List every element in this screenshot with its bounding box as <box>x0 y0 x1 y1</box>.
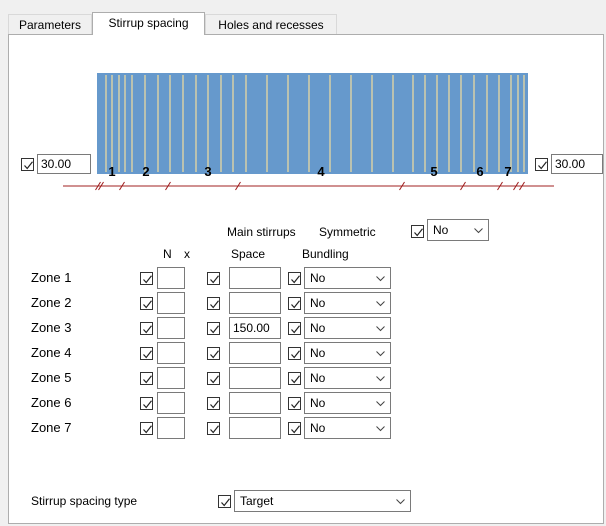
zone-number-5: 5 <box>430 164 437 179</box>
zone-6-space-input[interactable] <box>229 392 281 414</box>
zone-3-bundling-value: No <box>310 321 326 335</box>
left-cover-input[interactable] <box>37 154 91 174</box>
zone-2-n-input[interactable] <box>157 292 185 314</box>
stirrup-spacing-type-checkbox[interactable] <box>218 495 231 508</box>
zone-6-bundling-checkbox[interactable] <box>288 397 301 410</box>
zone-6-n-checkbox[interactable] <box>140 397 153 410</box>
zone-label: Zone 6 <box>31 395 72 410</box>
zone-4-space-input[interactable] <box>229 342 281 364</box>
tab-parameters[interactable]: Parameters <box>8 14 92 34</box>
zone-number-7: 7 <box>504 164 511 179</box>
zone-number-1: 1 <box>108 164 115 179</box>
right-cover-input[interactable] <box>551 154 603 174</box>
zone-3-n-input[interactable] <box>157 317 185 339</box>
zone-4-space-checkbox[interactable] <box>207 347 220 360</box>
chevron-down-icon <box>376 376 385 382</box>
zone-7-bundling-checkbox[interactable] <box>288 422 301 435</box>
stirrup-spacing-panel: 1 2 3 4 5 6 7 Main stirrups Symmetric No… <box>8 34 604 524</box>
zone-4-bundling-checkbox[interactable] <box>288 347 301 360</box>
zone-number-6: 6 <box>476 164 483 179</box>
zone-7-space-checkbox[interactable] <box>207 422 220 435</box>
zone-3-space-input[interactable] <box>229 317 281 339</box>
symmetric-select[interactable]: No <box>427 219 489 241</box>
zone-label: Zone 1 <box>31 270 72 285</box>
zone-5-bundling-checkbox[interactable] <box>288 372 301 385</box>
zone-1-bundling-value: No <box>310 271 326 285</box>
zone-7-space-input[interactable] <box>229 417 281 439</box>
zone-4-bundling-select[interactable]: No <box>304 342 391 364</box>
zone-number-4: 4 <box>317 164 325 179</box>
zone-4-bundling-value: No <box>310 346 326 360</box>
beam-body <box>97 73 528 174</box>
symmetric-checkbox[interactable] <box>411 225 424 238</box>
zone-4-n-checkbox[interactable] <box>140 347 153 360</box>
zone-1-n-checkbox[interactable] <box>140 272 153 285</box>
chevron-down-icon <box>376 301 385 307</box>
zone-7-n-checkbox[interactable] <box>140 422 153 435</box>
zone-number-2: 2 <box>142 164 149 179</box>
chevron-down-icon <box>396 499 405 505</box>
zone-7-bundling-value: No <box>310 421 326 435</box>
zone-label: Zone 2 <box>31 295 72 310</box>
tab-holes-and-recesses[interactable]: Holes and recesses <box>205 14 337 34</box>
symmetric-select-value: No <box>433 223 449 237</box>
stirrup-spacing-type-label: Stirrup spacing type <box>31 494 138 508</box>
zone-6-bundling-select[interactable]: No <box>304 392 391 414</box>
x-header: x <box>184 247 190 261</box>
chevron-down-icon <box>376 426 385 432</box>
zone-2-space-input[interactable] <box>229 292 281 314</box>
zone-5-bundling-select[interactable]: No <box>304 367 391 389</box>
zone-4-n-input[interactable] <box>157 342 185 364</box>
zone-number-3: 3 <box>204 164 211 179</box>
zone-2-space-checkbox[interactable] <box>207 297 220 310</box>
zone-6-n-input[interactable] <box>157 392 185 414</box>
zone-5-n-input[interactable] <box>157 367 185 389</box>
zone-label: Zone 5 <box>31 370 72 385</box>
symmetric-label: Symmetric <box>319 225 376 239</box>
zone-2-bundling-value: No <box>310 296 326 310</box>
stirrup-spacing-type-select[interactable]: Target <box>234 490 411 512</box>
zone-2-bundling-select[interactable]: No <box>304 292 391 314</box>
zone-1-space-input[interactable] <box>229 267 281 289</box>
chevron-down-icon <box>474 228 483 234</box>
beam-diagram: 1 2 3 4 5 6 7 <box>63 73 554 191</box>
bundling-header: Bundling <box>302 247 349 261</box>
chevron-down-icon <box>376 326 385 332</box>
zone-7-n-input[interactable] <box>157 417 185 439</box>
zone-1-bundling-checkbox[interactable] <box>288 272 301 285</box>
zone-7-bundling-select[interactable]: No <box>304 417 391 439</box>
zone-1-n-input[interactable] <box>157 267 185 289</box>
zone-5-n-checkbox[interactable] <box>140 372 153 385</box>
n-header: N <box>163 247 172 261</box>
zone-label: Zone 3 <box>31 320 72 335</box>
zone-1-bundling-select[interactable]: No <box>304 267 391 289</box>
zone-3-bundling-select[interactable]: No <box>304 317 391 339</box>
tab-stirrup-spacing[interactable]: Stirrup spacing <box>92 12 205 35</box>
zone-3-bundling-checkbox[interactable] <box>288 322 301 335</box>
right-cover-checkbox[interactable] <box>535 158 548 171</box>
zone-6-space-checkbox[interactable] <box>207 397 220 410</box>
stirrup-spacing-type-value: Target <box>240 494 274 508</box>
space-header: Space <box>231 247 266 261</box>
zone-5-space-input[interactable] <box>229 367 281 389</box>
chevron-down-icon <box>376 401 385 407</box>
zone-2-n-checkbox[interactable] <box>140 297 153 310</box>
left-cover-checkbox[interactable] <box>21 158 34 171</box>
zone-label: Zone 7 <box>31 420 72 435</box>
zone-6-bundling-value: No <box>310 396 326 410</box>
zone-3-space-checkbox[interactable] <box>207 322 220 335</box>
main-stirrups-label: Main stirrups <box>227 225 296 239</box>
zone-5-space-checkbox[interactable] <box>207 372 220 385</box>
zone-3-n-checkbox[interactable] <box>140 322 153 335</box>
chevron-down-icon <box>376 276 385 282</box>
chevron-down-icon <box>376 351 385 357</box>
zone-label: Zone 4 <box>31 345 72 360</box>
zone-2-bundling-checkbox[interactable] <box>288 297 301 310</box>
zone-1-space-checkbox[interactable] <box>207 272 220 285</box>
zone-5-bundling-value: No <box>310 371 326 385</box>
